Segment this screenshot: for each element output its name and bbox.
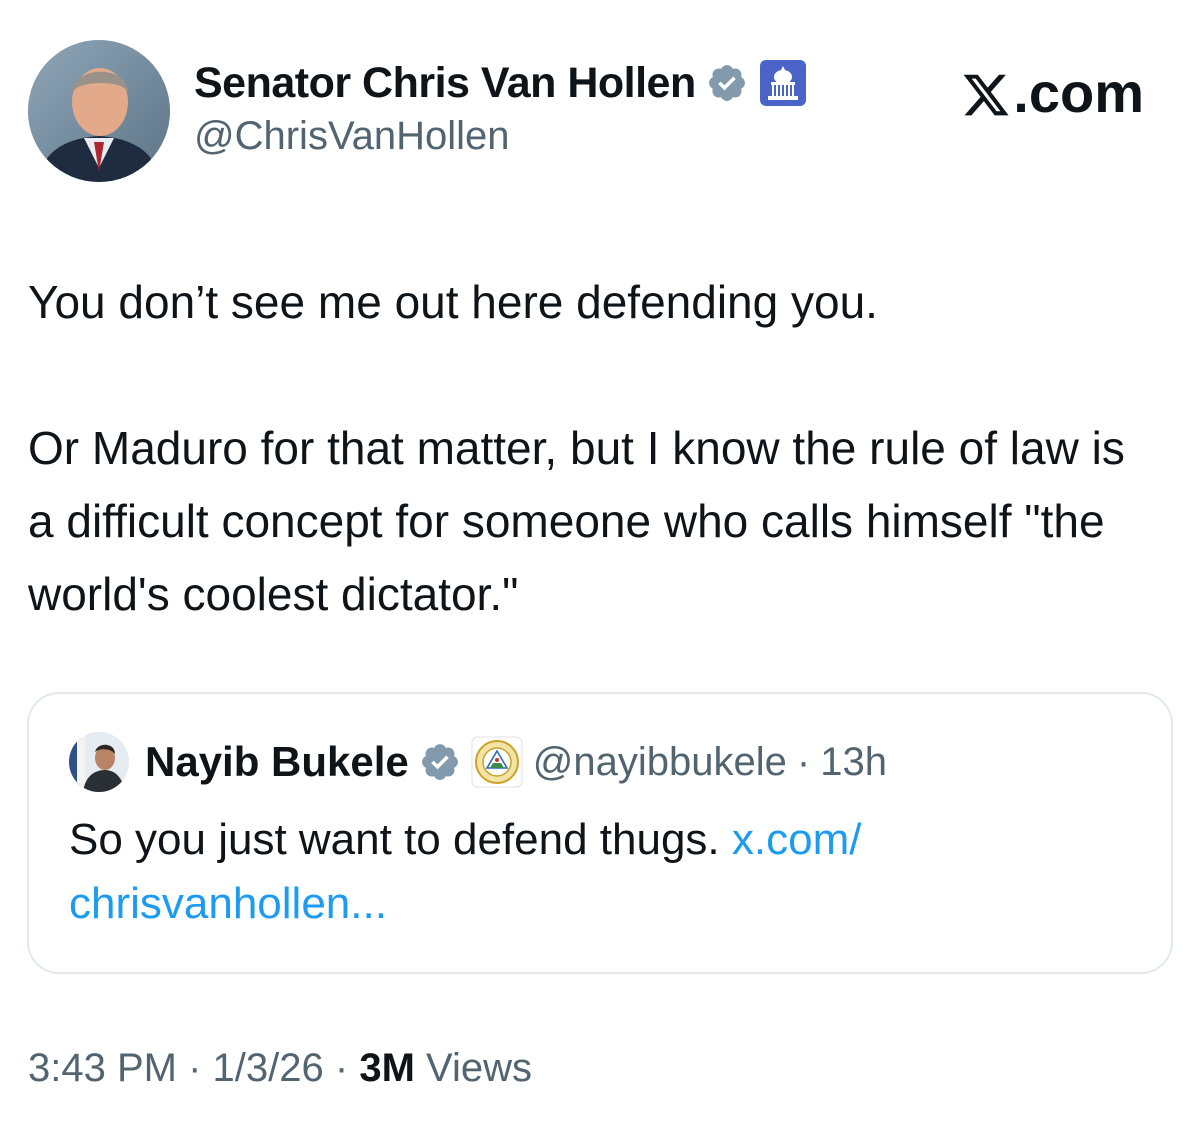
quoted-separator: · — [796, 739, 811, 784]
quoted-verified-badge-icon — [419, 741, 461, 783]
quoted-author-avatar[interactable] — [69, 732, 129, 792]
quoted-text: So you just want to defend thugs. x.com/… — [69, 808, 1129, 936]
tweet-date[interactable]: 1/3/26 — [213, 1046, 324, 1090]
author-info: Senator Chris Van Hollen @ChrisVanHollen — [194, 58, 808, 159]
tweet-body: You don’t see me out here defending you.… — [28, 266, 1158, 631]
quoted-handle[interactable]: @nayibbukele — [533, 740, 787, 785]
capitol-icon — [758, 58, 808, 108]
quoted-tweet-card[interactable]: Nayib Bukele @nayibbukele · 13h So you j… — [27, 692, 1173, 974]
author-display-name[interactable]: Senator Chris Van Hollen — [194, 59, 696, 108]
verified-badge-icon — [706, 62, 748, 104]
author-name-row: Senator Chris Van Hollen — [194, 58, 808, 108]
author-handle[interactable]: @ChrisVanHollen — [194, 114, 808, 159]
views-label: Views — [426, 1046, 533, 1090]
el-salvador-seal-icon — [471, 736, 523, 788]
source-watermark: .com — [961, 60, 1144, 125]
meta-separator: · — [188, 1046, 202, 1090]
views-count[interactable]: 3M — [359, 1046, 415, 1090]
tweet-header: Senator Chris Van Hollen @ChrisVanHollen… — [28, 40, 1178, 185]
author-avatar[interactable] — [28, 40, 170, 182]
quoted-timestamp[interactable]: 13h — [820, 740, 887, 785]
quoted-text-body: So you just want to defend thugs. — [69, 815, 720, 864]
meta-separator: · — [334, 1046, 349, 1090]
tweet-paragraph: You don’t see me out here defending you. — [28, 276, 878, 328]
x-logo-icon — [961, 68, 1011, 118]
tweet-meta: 3:43 PM · 1/3/26 · 3M Views — [28, 1046, 532, 1091]
tweet-paragraph: Or Maduro for that matter, but I know th… — [28, 422, 1125, 620]
source-label: .com — [1013, 61, 1144, 124]
quoted-author-row: Nayib Bukele @nayibbukele · 13h — [69, 732, 887, 792]
quoted-display-name[interactable]: Nayib Bukele — [145, 738, 409, 786]
tweet-time[interactable]: 3:43 PM — [28, 1046, 177, 1090]
